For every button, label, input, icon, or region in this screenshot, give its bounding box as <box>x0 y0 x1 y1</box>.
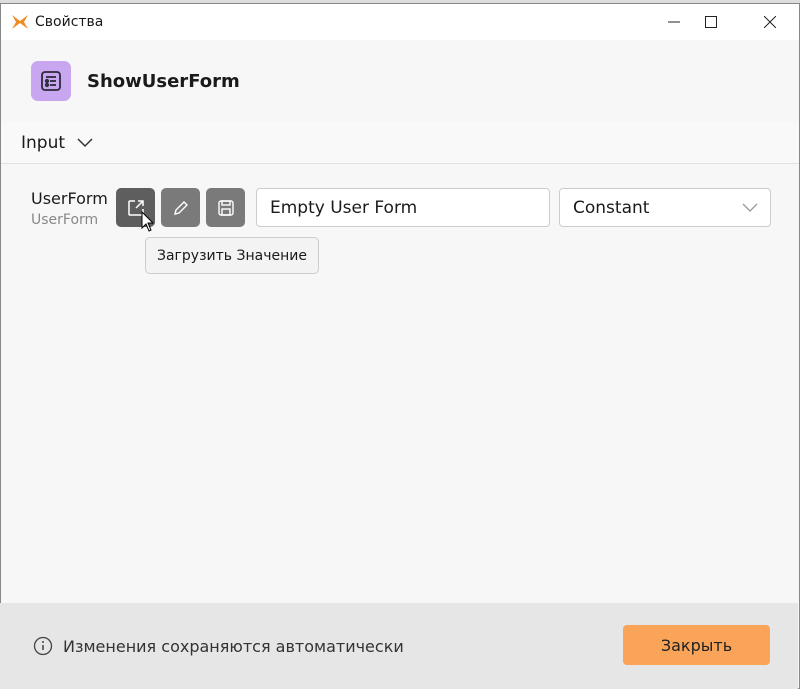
mode-selected-value: Constant <box>573 197 650 218</box>
form-list-icon <box>31 61 71 101</box>
autosave-message: Изменения сохраняются автоматически <box>63 636 404 656</box>
mouse-cursor-icon <box>141 211 155 232</box>
tooltip: Загрузить Значение <box>145 237 319 274</box>
header: ShowUserForm <box>1 40 799 122</box>
edit-value-button[interactable] <box>161 188 200 227</box>
section-label: Input <box>21 132 66 153</box>
pencil-icon <box>173 200 188 215</box>
page-title: ShowUserForm <box>87 70 240 92</box>
chevron-down-icon <box>77 137 93 147</box>
properties-dialog: Свойства ShowUserForm Input <box>0 3 800 689</box>
mode-select[interactable]: Constant <box>559 188 771 227</box>
floppy-disk-icon <box>217 199 234 216</box>
info-icon <box>33 636 53 656</box>
close-icon <box>764 16 776 28</box>
parameter-type: UserForm <box>31 212 99 228</box>
value-input[interactable]: Empty User Form <box>256 188 550 227</box>
window-title: Свойства <box>35 14 104 30</box>
app-logo-icon <box>12 15 28 29</box>
section-input-toggle[interactable]: Input <box>1 122 799 164</box>
footer: Изменения сохраняются автоматически Закр… <box>0 603 798 689</box>
minimize-icon <box>668 21 680 23</box>
parameter-row: UserForm UserForm Empty User Form Consta… <box>0 183 800 233</box>
maximize-button[interactable] <box>686 4 736 40</box>
close-button[interactable]: Закрыть <box>623 625 770 665</box>
title-bar: Свойства <box>1 4 799 40</box>
chevron-down-icon <box>742 203 758 212</box>
parameter-label: UserForm <box>31 189 108 208</box>
close-window-button[interactable] <box>745 4 795 40</box>
save-value-button[interactable] <box>206 188 245 227</box>
maximize-icon <box>705 16 717 28</box>
